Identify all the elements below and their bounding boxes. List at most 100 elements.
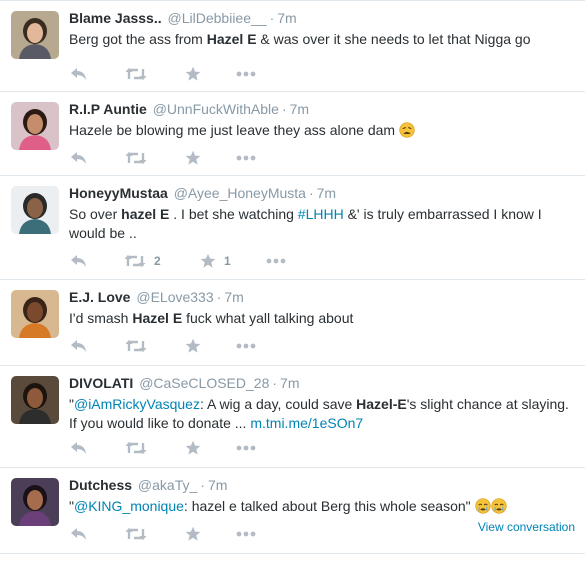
more-options-button[interactable] bbox=[236, 336, 256, 356]
favorite-star-icon bbox=[185, 526, 201, 541]
display-name[interactable]: DIVOLATI bbox=[69, 375, 133, 391]
tweet[interactable]: HoneyyMustaa @Ayee_HoneyMusta · 7m So over… bbox=[0, 176, 585, 280]
timestamp[interactable]: 7m bbox=[290, 101, 309, 117]
retweet-button[interactable] bbox=[125, 148, 147, 168]
timestamp[interactable]: 7m bbox=[280, 375, 299, 391]
tweet[interactable]: DIVOLATI @CaSeCLOSED_28 · 7m "@iAmRickyVas… bbox=[0, 366, 585, 468]
display-name[interactable]: E.J. Love bbox=[69, 289, 130, 305]
favorite-button[interactable] bbox=[185, 524, 201, 544]
avatar[interactable] bbox=[11, 478, 59, 526]
favorite-button[interactable] bbox=[185, 64, 201, 84]
tweet[interactable]: R.I.P Auntie @UnnFuckWithAble · 7m Hazele … bbox=[0, 92, 585, 176]
avatar[interactable] bbox=[11, 376, 59, 424]
username[interactable]: @CaSeCLOSED_28 bbox=[139, 375, 269, 391]
retweet-button[interactable] bbox=[125, 64, 147, 84]
retweet-button[interactable] bbox=[125, 336, 147, 356]
tweet-text-segment: Berg got the ass from bbox=[69, 31, 207, 47]
tweet-header: Dutchess @akaTy_ · 7m bbox=[69, 476, 577, 494]
tweet-header: E.J. Love @ELove333 · 7m bbox=[69, 288, 577, 306]
tweet-link[interactable]: @KING_monique bbox=[74, 498, 184, 514]
tweet-text: "@iAmRickyVasquez: A wig a day, could sa… bbox=[69, 395, 577, 433]
username[interactable]: @ELove333 bbox=[136, 289, 213, 305]
reply-button[interactable] bbox=[70, 148, 88, 168]
reply-icon bbox=[71, 255, 86, 267]
timestamp[interactable]: 7m bbox=[224, 289, 243, 305]
more-options-icon bbox=[236, 155, 256, 161]
timestamp[interactable]: 7m bbox=[277, 10, 296, 26]
timestamp[interactable]: 7m bbox=[208, 477, 227, 493]
username[interactable]: @akaTy_ bbox=[138, 477, 197, 493]
reply-icon bbox=[71, 152, 86, 164]
favorite-button[interactable]: 1 bbox=[200, 251, 231, 271]
separator-dot: · bbox=[272, 375, 278, 391]
tweet-text-segment: : hazel e talked about Berg this whole s… bbox=[183, 498, 475, 514]
favorite-star-icon bbox=[185, 66, 201, 81]
tweet-text-segment: & was over it she needs to let that Nigg… bbox=[256, 31, 531, 47]
more-options-button[interactable] bbox=[236, 148, 256, 168]
avatar[interactable] bbox=[11, 11, 59, 59]
more-options-button[interactable] bbox=[266, 251, 286, 271]
reply-button[interactable] bbox=[70, 64, 88, 84]
display-name[interactable]: Dutchess bbox=[69, 477, 132, 493]
highlighted-keyword: Hazel E bbox=[206, 31, 257, 47]
tweet-link[interactable]: #LHHH bbox=[298, 206, 344, 222]
favorite-button[interactable] bbox=[185, 336, 201, 356]
reply-icon bbox=[71, 68, 86, 80]
tweet[interactable]: Blame Jasss.. @LilDebbiiee__ · 7m Berg got… bbox=[0, 0, 585, 92]
tweet-text-segment: : A wig a day, could save bbox=[199, 396, 357, 412]
more-options-icon bbox=[236, 445, 256, 451]
tweet-text-segment: . I bet she watching bbox=[169, 206, 298, 222]
reply-button[interactable] bbox=[70, 336, 88, 356]
retweet-icon bbox=[125, 442, 147, 454]
separator-dot: · bbox=[200, 477, 205, 493]
favorite-button[interactable] bbox=[185, 148, 201, 168]
timestamp[interactable]: 7m bbox=[317, 185, 336, 201]
favorite-button[interactable] bbox=[185, 438, 201, 458]
tweet-header: DIVOLATI @CaSeCLOSED_28 · 7m bbox=[69, 374, 577, 392]
tweet-text: "@KING_monique: hazel e talked about Ber… bbox=[69, 497, 577, 516]
reply-button[interactable] bbox=[70, 438, 88, 458]
tweet-feed: Blame Jasss.. @LilDebbiiee__ · 7m Berg got… bbox=[0, 0, 585, 562]
tweet[interactable]: Dutchess @akaTy_ · 7m "@KING_monique: haze… bbox=[0, 468, 585, 554]
more-options-icon bbox=[236, 71, 256, 77]
tweet-header: HoneyyMustaa @Ayee_HoneyMusta · 7m bbox=[69, 184, 577, 202]
separator-dot: · bbox=[269, 10, 275, 26]
username[interactable]: @UnnFuckWithAble bbox=[153, 101, 279, 117]
retweet-icon bbox=[125, 68, 147, 80]
more-options-button[interactable] bbox=[236, 64, 256, 84]
display-name[interactable]: R.I.P Auntie bbox=[69, 101, 147, 117]
display-name[interactable]: Blame Jasss.. bbox=[69, 10, 162, 26]
favorite-count: 1 bbox=[224, 254, 231, 268]
tweet-link[interactable]: @iAmRickyVasquez bbox=[74, 396, 200, 412]
tweet-text: So over hazel E . I bet she watching #LH… bbox=[69, 205, 577, 243]
retweet-icon bbox=[125, 528, 147, 540]
tweet-link[interactable]: m.tmi.me/1eSOn7 bbox=[250, 415, 363, 431]
more-options-button[interactable] bbox=[236, 438, 256, 458]
retweet-button[interactable] bbox=[125, 438, 147, 458]
display-name[interactable]: HoneyyMustaa bbox=[69, 185, 168, 201]
tweet[interactable]: E.J. Love @ELove333 · 7m I'd smash Hazel E… bbox=[0, 280, 585, 366]
avatar[interactable] bbox=[11, 102, 59, 150]
tweet-text-segment: So over bbox=[69, 206, 122, 222]
username[interactable]: @Ayee_HoneyMusta bbox=[174, 185, 306, 201]
retweet-icon bbox=[124, 255, 146, 267]
tweet-header: Blame Jasss.. @LilDebbiiee__ · 7m bbox=[69, 9, 577, 27]
retweet-icon bbox=[125, 340, 147, 352]
avatar[interactable] bbox=[11, 290, 59, 338]
separator-dot: · bbox=[308, 185, 314, 201]
tweet-text-segment: I'd smash bbox=[69, 310, 133, 326]
avatar[interactable] bbox=[11, 186, 59, 234]
username[interactable]: @LilDebbiiee__ bbox=[168, 10, 267, 26]
reply-button[interactable] bbox=[70, 524, 88, 544]
more-options-icon bbox=[236, 531, 256, 537]
view-conversation-link[interactable]: View conversation bbox=[478, 520, 575, 534]
more-options-icon bbox=[236, 343, 256, 349]
separator-dot: · bbox=[281, 101, 287, 117]
retweet-count: 2 bbox=[154, 254, 161, 268]
highlighted-keyword: hazel E bbox=[121, 206, 170, 222]
more-options-button[interactable] bbox=[236, 524, 256, 544]
retweet-button[interactable] bbox=[125, 524, 147, 544]
reply-button[interactable] bbox=[70, 251, 88, 271]
retweet-button[interactable]: 2 bbox=[124, 251, 161, 271]
retweet-icon bbox=[125, 152, 147, 164]
